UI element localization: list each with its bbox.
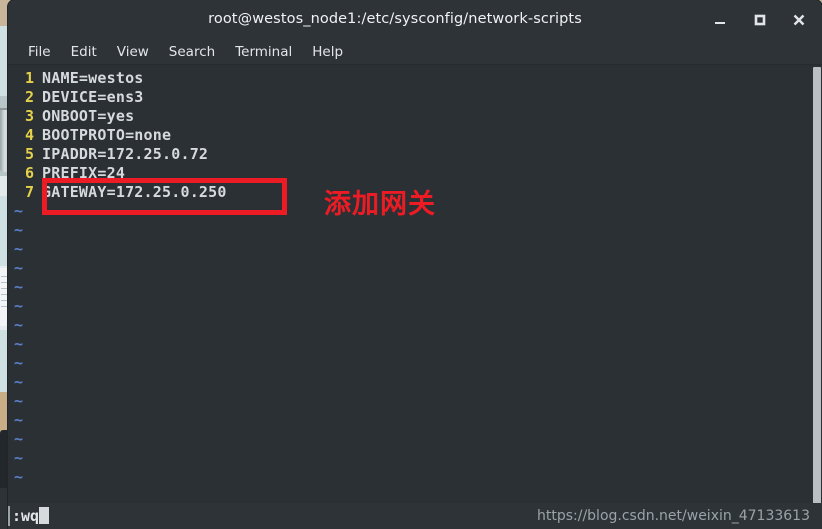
vim-empty-line-marker: ~	[14, 278, 24, 296]
vim-command-input[interactable]: :wq	[8, 503, 50, 529]
vim-buffer: 1 NAME=westos 2 DEVICE=ens3 3 ONBOOT=yes…	[8, 69, 808, 487]
menu-bar: File Edit View Search Terminal Help	[8, 39, 822, 65]
menu-item-edit[interactable]: Edit	[61, 39, 107, 65]
close-button[interactable]	[790, 11, 808, 29]
line-number: 6	[24, 164, 34, 182]
line-content: GATEWAY=172.25.0.250	[42, 183, 227, 201]
line-content: ONBOOT=yes	[42, 107, 135, 125]
vim-empty-line-markers: ~ ~ ~ ~ ~ ~ ~ ~ ~ ~ ~ ~ ~ ~ ~	[8, 202, 808, 487]
watermark-url: https://blog.csdn.net/weixin_47133613	[536, 508, 810, 524]
vim-empty-line-marker: ~	[14, 240, 24, 258]
annotation-label: 添加网关	[324, 189, 436, 220]
editor-line: 4 BOOTPROTO=none	[8, 126, 808, 145]
status-left-edge	[8, 506, 10, 526]
menu-item-view[interactable]: View	[107, 39, 159, 65]
wallpaper-object-mark	[0, 198, 6, 207]
vim-empty-line-marker: ~	[14, 430, 24, 448]
wallpaper-object-dark-panel	[0, 430, 8, 488]
line-content: PREFIX=24	[42, 164, 126, 182]
vim-empty-line-marker: ~	[14, 411, 24, 429]
editor-line: 3 ONBOOT=yes	[8, 107, 808, 126]
vim-empty-line-marker: ~	[14, 354, 24, 372]
menu-item-search[interactable]: Search	[159, 39, 225, 65]
line-number: 1	[24, 69, 34, 87]
terminal-body[interactable]: 1 NAME=westos 2 DEVICE=ens3 3 ONBOOT=yes…	[8, 65, 822, 529]
line-number: 7	[24, 183, 34, 201]
editor-line: 1 NAME=westos	[8, 69, 808, 88]
menu-item-help[interactable]: Help	[302, 39, 353, 65]
window-title: root@westos_node1:/etc/sysconfig/network…	[208, 11, 582, 27]
line-number: 3	[24, 107, 34, 125]
terminal-window: root@westos_node1:/etc/sysconfig/network…	[8, 0, 822, 529]
vim-command-text: :wq	[12, 507, 40, 525]
vim-empty-line-marker: ~	[14, 297, 24, 315]
vim-empty-line-marker: ~	[14, 392, 24, 410]
line-number: 4	[24, 126, 34, 144]
line-content: IPADDR=172.25.0.72	[42, 145, 209, 163]
scrollbar-thumb[interactable]	[813, 67, 821, 508]
vim-empty-line-marker: ~	[14, 468, 24, 486]
vim-empty-line-marker: ~	[14, 449, 24, 467]
menu-item-file[interactable]: File	[18, 39, 61, 65]
vim-empty-line-marker: ~	[14, 316, 24, 334]
minimize-button[interactable]	[711, 11, 729, 29]
vim-empty-line-marker: ~	[14, 221, 24, 239]
editor-line: 5 IPADDR=172.25.0.72	[8, 145, 808, 164]
vim-empty-line-marker: ~	[14, 259, 24, 277]
vim-empty-line-marker: ~	[14, 373, 24, 391]
terminal-scrollbar[interactable]	[812, 65, 822, 529]
line-number: 5	[24, 145, 34, 163]
maximize-button[interactable]	[751, 11, 769, 29]
line-content: DEVICE=ens3	[42, 88, 144, 106]
line-number: 2	[24, 88, 34, 106]
editor-line: 2 DEVICE=ens3	[8, 88, 808, 107]
line-content: BOOTPROTO=none	[42, 126, 172, 144]
text-cursor	[39, 507, 50, 524]
menu-item-terminal[interactable]: Terminal	[225, 39, 302, 65]
vim-empty-line-marker: ~	[14, 335, 24, 353]
line-content: NAME=westos	[42, 69, 144, 87]
title-bar[interactable]: root@westos_node1:/etc/sysconfig/network…	[8, 0, 822, 39]
editor-line: 6 PREFIX=24	[8, 164, 808, 183]
vim-status-line: :wq https://blog.csdn.net/weixin_4713361…	[8, 503, 822, 529]
